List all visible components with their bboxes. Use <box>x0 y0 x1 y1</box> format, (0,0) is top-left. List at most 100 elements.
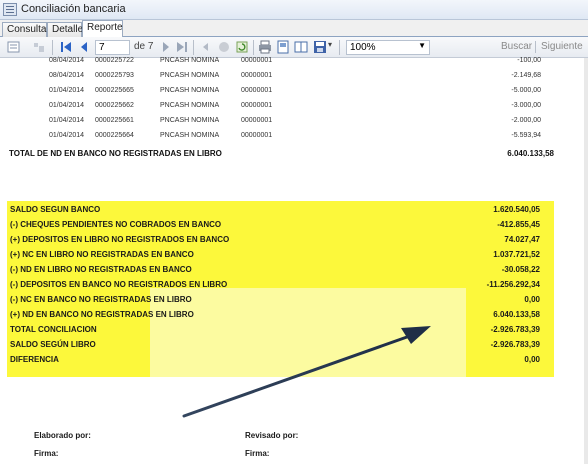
table-row: 01/04/2014 0000225662 PNCASH NOMINA 0000000… <box>0 100 541 114</box>
app-icon <box>3 3 17 16</box>
reconciliation-label: (+) NC EN LIBRO NO REGISTRADAS EN BANCO <box>10 250 194 259</box>
reconciliation-row: (-) ND EN LIBRO NO REGISTRADAS EN BANCO -… <box>10 264 540 278</box>
last-page-icon[interactable] <box>175 40 189 54</box>
find-next-link[interactable]: Siguiente <box>541 41 583 52</box>
page-count-label: de 7 <box>134 41 154 52</box>
row-reference: 00000001 <box>241 87 273 94</box>
reconciliation-value: 1.037.721,52 <box>493 250 540 259</box>
next-page-icon[interactable] <box>159 40 173 54</box>
row-reference: 00000001 <box>241 117 273 124</box>
zoom-chevron-down-icon: ▼ <box>418 41 426 50</box>
page-setup-icon[interactable] <box>294 40 308 54</box>
zoom-select[interactable]: 100% ▼ <box>346 40 430 55</box>
row-description: PNCASH NOMINA <box>160 132 220 139</box>
reconciliation-label: TOTAL CONCILIACION <box>10 325 97 334</box>
reconciliation-value: -30.058,22 <box>501 265 540 274</box>
vertical-scrollbar[interactable] <box>584 58 588 464</box>
row-amount: -2.000,00 <box>511 117 541 124</box>
row-amount: -5.593,94 <box>511 132 541 139</box>
row-date: 08/04/2014 <box>49 57 85 64</box>
reconciliation-row: (+) DEPOSITOS EN LIBRO NO REGISTRADOS EN… <box>10 234 540 248</box>
reconciliation-row: SALDO SEGÚN LIBRO -2.926.783,39 <box>10 339 540 353</box>
table-row: 08/04/2014 0000225793 PNCASH NOMINA 0000000… <box>0 70 541 84</box>
row-number: 0000225665 <box>95 87 134 94</box>
table-row: 01/04/2014 0000225664 PNCASH NOMINA 0000000… <box>0 130 541 144</box>
previous-page-icon[interactable] <box>77 40 91 54</box>
print-icon[interactable] <box>258 40 272 54</box>
reconciliation-label: DIFERENCIA <box>10 355 59 364</box>
reconciliation-label: SALDO SEGÚN LIBRO <box>10 340 96 349</box>
reconciliation-value: -11.256.292,34 <box>486 280 540 289</box>
row-reference: 00000001 <box>241 72 273 79</box>
reconciliation-row: SALDO SEGUN BANCO 1.620.540,05 <box>10 204 540 218</box>
prepared-by-label: Elaborado por: <box>34 431 91 440</box>
reconciliation-label: SALDO SEGUN BANCO <box>10 205 101 214</box>
row-reference: 00000001 <box>241 132 273 139</box>
row-date: 01/04/2014 <box>49 87 85 94</box>
reconciliation-row: (+) NC EN LIBRO NO REGISTRADAS EN BANCO 1… <box>10 249 540 263</box>
stop-icon[interactable] <box>217 40 231 54</box>
tab-strip: Consulta Detalle Reporte <box>0 20 588 38</box>
export-save-icon[interactable] <box>313 40 327 54</box>
reconciliation-label: (+) ND EN BANCO NO REGISTRADAS EN LIBRO <box>10 310 194 319</box>
total-nd-value: 6.040.133,58 <box>507 149 554 158</box>
row-number: 0000225662 <box>95 102 134 109</box>
current-page-input[interactable]: 7 <box>95 40 130 55</box>
row-description: PNCASH NOMINA <box>160 57 220 64</box>
reconciliation-row: (+) ND EN BANCO NO REGISTRADAS EN LIBRO 6… <box>10 309 540 323</box>
signature-left-label: Firma: <box>34 449 59 458</box>
signature-right-label: Firma: <box>245 449 270 458</box>
row-amount: -5.000,00 <box>511 87 541 94</box>
reconciliation-row: DIFERENCIA 0,00 <box>10 354 540 368</box>
row-amount: -100,00 <box>517 57 541 64</box>
tab-detalle[interactable]: Detalle <box>47 22 83 37</box>
row-number: 0000225793 <box>95 72 134 79</box>
parameters-icon[interactable] <box>32 40 46 54</box>
reconciliation-label: (-) DEPOSITOS EN BANCO NO REGISTRADOS EN… <box>10 280 228 289</box>
tab-reporte[interactable]: Reporte <box>82 20 123 38</box>
row-description: PNCASH NOMINA <box>160 87 220 94</box>
table-row: 08/04/2014 0000225722 PNCASH NOMINA 0000000… <box>0 55 541 69</box>
reconciliation-value: -412.855,45 <box>497 220 540 229</box>
reconciliation-value: 0,00 <box>524 295 540 304</box>
row-description: PNCASH NOMINA <box>160 72 220 79</box>
row-date: 01/04/2014 <box>49 132 85 139</box>
print-layout-icon[interactable] <box>276 40 290 54</box>
reconciliation-value: -2.926.783,39 <box>490 340 540 349</box>
row-description: PNCASH NOMINA <box>160 102 220 109</box>
title-bar: Conciliación bancaria <box>0 0 588 20</box>
window-title: Conciliación bancaria <box>21 3 126 15</box>
back-icon[interactable] <box>199 40 213 54</box>
tab-consulta[interactable]: Consulta <box>2 22 47 37</box>
total-nd-label: TOTAL DE ND EN BANCO NO REGISTRADAS EN L… <box>9 149 222 158</box>
reviewed-by-label: Revisado por: <box>245 431 299 440</box>
row-number: 0000225664 <box>95 132 134 139</box>
document-map-icon[interactable] <box>7 40 21 54</box>
reconciliation-value: 0,00 <box>524 355 540 364</box>
reconciliation-value: -2.926.783,39 <box>490 325 540 334</box>
search-link[interactable]: Buscar <box>501 41 532 52</box>
row-amount: -2.149,68 <box>511 72 541 79</box>
row-reference: 00000001 <box>241 57 273 64</box>
refresh-icon[interactable] <box>235 40 249 54</box>
table-row: 01/04/2014 0000225661 PNCASH NOMINA 0000000… <box>0 115 541 129</box>
row-number: 0000225661 <box>95 117 134 124</box>
reconciliation-value: 74.027,47 <box>504 235 540 244</box>
row-description: PNCASH NOMINA <box>160 117 220 124</box>
reconciliation-label: (-) NC EN BANCO NO REGISTRADAS EN LIBRO <box>10 295 192 304</box>
row-date: 01/04/2014 <box>49 102 85 109</box>
reconciliation-row: (-) NC EN BANCO NO REGISTRADAS EN LIBRO 0… <box>10 294 540 308</box>
reconciliation-value: 6.040.133,58 <box>493 310 540 319</box>
reconciliation-label: (-) ND EN LIBRO NO REGISTRADAS EN BANCO <box>10 265 192 274</box>
reconciliation-label: (-) CHEQUES PENDIENTES NO COBRADOS EN BA… <box>10 220 222 229</box>
first-page-icon[interactable] <box>59 40 73 54</box>
reconciliation-row: (-) DEPOSITOS EN BANCO NO REGISTRADOS EN… <box>10 279 540 293</box>
table-row: 01/04/2014 0000225665 PNCASH NOMINA 0000000… <box>0 85 541 99</box>
row-date: 01/04/2014 <box>49 117 85 124</box>
export-dropdown-chevron-icon[interactable]: ▾ <box>328 40 332 54</box>
row-amount: -3.000,00 <box>511 102 541 109</box>
zoom-value: 100% <box>350 42 376 53</box>
row-number: 0000225722 <box>95 57 134 64</box>
reconciliation-row: (-) CHEQUES PENDIENTES NO COBRADOS EN BA… <box>10 219 540 233</box>
reconciliation-value: 1.620.540,05 <box>493 205 540 214</box>
